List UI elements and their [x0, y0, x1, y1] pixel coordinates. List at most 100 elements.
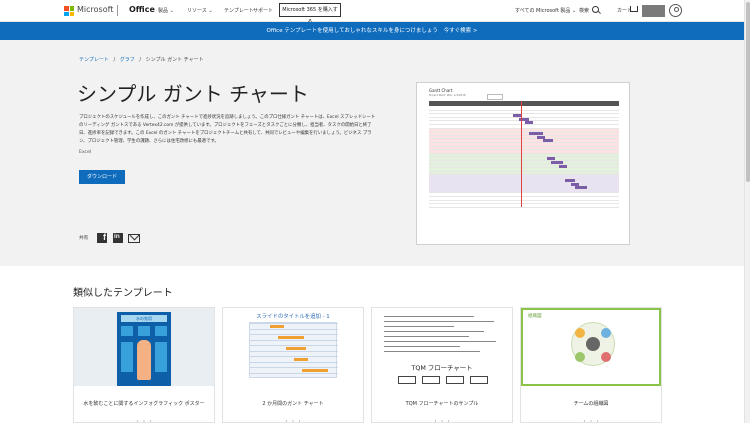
thumb-table-row [250, 367, 338, 368]
logo-square-red [64, 6, 69, 11]
breadcrumb-templates[interactable]: テンプレート [79, 57, 109, 63]
similar-templates-title: 類似したテンプレート [73, 288, 173, 299]
poster-heading: 水の効用 [121, 315, 167, 322]
poster-graphic: 水の効用 [117, 312, 171, 386]
nav-resources[interactable]: リソース ⌄ [187, 7, 213, 14]
flow-box [470, 376, 488, 384]
template-card[interactable]: 組織図 チームの組織図 ・ ・ ・ [520, 307, 662, 423]
avatar-icon[interactable] [669, 4, 682, 17]
download-button[interactable]: ダウンロード [79, 170, 125, 184]
promo-banner: Office テンプレートを使用しておしゃれなスキルを身につけましょう 今すぐ検… [0, 22, 744, 40]
template-name[interactable]: 2 か月間のガント チャート [227, 400, 359, 408]
breadcrumb-separator: / [113, 57, 116, 63]
template-card[interactable]: 水の効用 水を飲むことに関するインフォグラフィック ポスター ・ ・ ・ [73, 307, 215, 423]
thumb-text-line [384, 316, 474, 318]
brand-name[interactable]: Microsoft [77, 5, 113, 14]
template-thumbnail: TQM フローチャート [372, 308, 512, 386]
breadcrumb-current: シンプル ガント チャート [145, 57, 204, 63]
cart-icon[interactable] [630, 6, 638, 12]
thumb-table-row [250, 345, 338, 346]
all-microsoft-products-menu[interactable]: すべての Microsoft 製品 ⌄ [515, 7, 576, 14]
gantt-thumb-table [249, 322, 338, 378]
facebook-icon[interactable] [97, 232, 107, 243]
template-name[interactable]: チームの組織図 [525, 400, 657, 408]
breadcrumb-charts[interactable]: グラフ [120, 57, 135, 63]
logo-square-yellow [69, 11, 74, 16]
flow-box [422, 376, 440, 384]
user-name-redacted[interactable] [642, 5, 665, 17]
thumb-text-line [384, 331, 484, 333]
nav-products-label: 製品 [158, 8, 169, 14]
org-circle [601, 352, 611, 362]
nav-templates[interactable]: テンプレート [224, 7, 254, 14]
linkedin-icon[interactable] [113, 233, 123, 243]
template-ellipsis: ・ ・ ・ [283, 419, 303, 423]
org-circle [601, 328, 611, 338]
org-circle [575, 352, 585, 362]
logo-square-green [69, 6, 74, 11]
flow-box [398, 376, 416, 384]
preview-gantt-bar [547, 157, 555, 161]
scrollbar-thumb[interactable] [746, 2, 750, 182]
banner-link[interactable]: 今すぐ検索 > [444, 28, 478, 34]
email-icon[interactable] [128, 234, 140, 243]
thumb-title: スライドのタイトルを追加 - 1 [256, 314, 330, 320]
preview-gantt-bar [575, 186, 587, 190]
preview-gantt-bar [537, 135, 545, 139]
breadcrumb: テンプレート / グラフ / シンプル ガント チャート [79, 56, 204, 63]
template-name[interactable]: 水を飲むことに関するインフォグラフィック ポスター [78, 400, 210, 408]
template-ellipsis: ・ ・ ・ [581, 419, 601, 423]
poster-block [121, 326, 133, 336]
vertical-scrollbar[interactable] [744, 0, 750, 423]
thumb-text-line [384, 341, 496, 343]
template-description: プロジェクトのスケジュールを作成し、このガント チャートで進捗状況を追跡しましょ… [79, 115, 376, 144]
template-ellipsis: ・ ・ ・ [432, 419, 452, 423]
search-icon[interactable] [592, 6, 599, 13]
nav-resources-label: リソース [187, 8, 207, 14]
flow-box [446, 376, 464, 384]
hero-section: テンプレート / グラフ / シンプル ガント チャート シンプル ガント チャ… [0, 40, 744, 266]
app-label: Excel [79, 150, 92, 155]
poster-block [155, 342, 167, 372]
nav-products[interactable]: 製品 ⌄ [158, 7, 174, 14]
preview-gantt-grid [429, 101, 619, 208]
thumb-gantt-bar [302, 368, 328, 372]
org-circle [575, 328, 585, 338]
thumb-text-line [384, 351, 480, 353]
thumb-gantt-bar [270, 324, 284, 328]
nav-support[interactable]: サポート [253, 7, 273, 14]
poster-block [138, 326, 150, 336]
thumb-text-line [384, 346, 460, 348]
page-title: シンプル ガント チャート [77, 82, 309, 106]
poster-block [155, 326, 167, 336]
template-preview[interactable]: Gantt Chart Project Start: Mon, 1/1/2018 [416, 82, 630, 245]
preview-gantt-bar [513, 114, 521, 118]
preview-subtitle: Project Start: Mon, 1/1/2018 [429, 94, 466, 97]
thumb-table-row [250, 339, 338, 340]
template-thumbnail: 水の効用 [74, 308, 214, 386]
office-link[interactable]: Office [129, 5, 155, 14]
search-label[interactable]: 検索 [579, 7, 589, 14]
thumb-title: 組織図 [528, 314, 542, 319]
thumb-gantt-bar [294, 357, 308, 361]
buy-microsoft-365-button[interactable]: Microsoft 365 を購入する [279, 3, 341, 25]
thumb-table-row [250, 334, 338, 335]
preview-gantt-bar [565, 179, 575, 182]
person-figure [137, 340, 151, 380]
template-card[interactable]: TQM フローチャート TQM フローチャートのサンプル ・ ・ ・ [371, 307, 513, 423]
preview-title: Gantt Chart [429, 88, 453, 93]
thumb-text-line [384, 321, 494, 323]
breadcrumb-separator: / [139, 57, 142, 63]
microsoft-logo-icon[interactable] [64, 6, 74, 16]
thumb-gantt-bar [278, 335, 304, 339]
org-circle [586, 337, 600, 351]
template-card[interactable]: スライドのタイトルを追加 - 1 2 か月間のガント チャート ・ ・ ・ [222, 307, 364, 423]
preview-gantt-row [429, 204, 619, 208]
poster-heading-text: 水の効用 [136, 316, 152, 321]
template-name[interactable]: TQM フローチャートのサンプル [376, 400, 508, 408]
preview-gantt-bar [551, 161, 563, 164]
thumb-table-row [250, 356, 338, 357]
share-label: 共有 [79, 236, 89, 241]
preview-week-box [487, 94, 503, 100]
thumb-table-row [250, 350, 338, 351]
